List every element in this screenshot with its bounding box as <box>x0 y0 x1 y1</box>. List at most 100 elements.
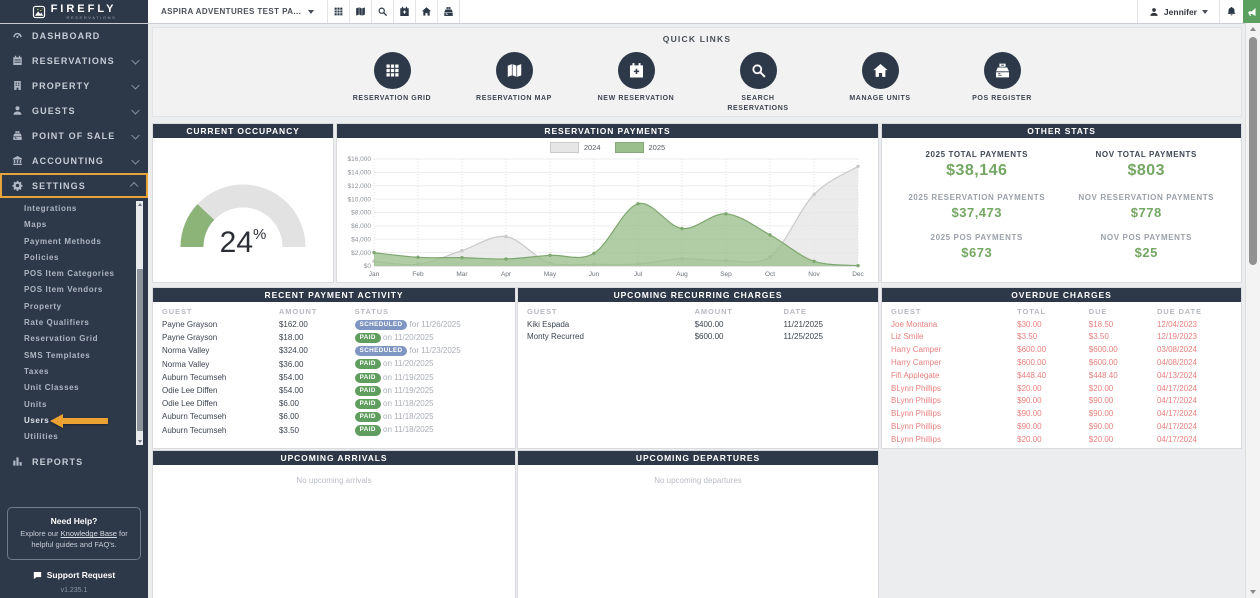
sidebar-item-settings[interactable]: SETTINGS <box>0 173 148 198</box>
submenu-item-users[interactable]: Users <box>0 413 148 429</box>
scrollbar-thumb[interactable] <box>1249 37 1257 265</box>
submenu-item-pos-item-categories[interactable]: POS Item Categories <box>0 266 148 282</box>
stat-value: $25 <box>1062 245 1232 260</box>
quick-links-row: RESERVATION GRID RESERVATION MAP NEW RESER… <box>153 52 1241 114</box>
scroll-up-arrow-icon[interactable] <box>1250 27 1256 31</box>
property-selector[interactable]: ASPIRA ADVENTURES TEST PA... <box>148 0 328 23</box>
support-request-button[interactable]: Support Request <box>0 570 148 580</box>
table-row[interactable]: Joe Montana$30.00$18.5012/04/2023 <box>891 318 1232 331</box>
table-row[interactable]: Norma Valley$324.00SCHEDULED for 11/23/2… <box>162 344 506 357</box>
reservation-grid-button[interactable] <box>328 0 350 23</box>
search-button[interactable] <box>372 0 394 23</box>
quick-link-new-reservation[interactable]: NEW RESERVATION <box>592 52 680 114</box>
stats-grid: 2025 TOTAL PAYMENTS$38,146NOV TOTAL PAYM… <box>882 138 1241 260</box>
cell-amount: $600.00 <box>695 331 784 344</box>
quick-link-manage-units[interactable]: MANAGE UNITS <box>836 52 924 114</box>
reservation-map-button[interactable] <box>350 0 372 23</box>
submenu-item-units[interactable]: Units <box>0 397 148 413</box>
status-date: on 11/20/2025 <box>383 333 434 342</box>
table-row[interactable]: Payne Grayson$162.00SCHEDULED for 11/26/… <box>162 318 506 331</box>
table-row[interactable]: Monty Recurred$600.0011/25/2025 <box>527 331 869 344</box>
firefly-logo-icon <box>32 5 46 19</box>
quick-link-reservation-grid[interactable]: RESERVATION GRID <box>348 52 436 114</box>
sidebar-item-point-of-sale[interactable]: POINT OF SALE <box>0 123 148 148</box>
cell-guest: Liz Smile <box>891 331 1017 344</box>
submenu-item-taxes[interactable]: Taxes <box>0 364 148 380</box>
table-row[interactable]: Harry Camper$600.00$600.0003/08/2024 <box>891 344 1232 357</box>
svg-text:May: May <box>544 271 557 278</box>
quick-link-pos-register[interactable]: POS REGISTER <box>958 52 1046 114</box>
quick-link-search-reservations[interactable]: SEARCH RESERVATIONS <box>714 52 802 114</box>
cell-due: $3.50 <box>1089 331 1157 344</box>
page-scrollbar[interactable] <box>1245 23 1260 598</box>
sidebar-item-reservations[interactable]: RESERVATIONS <box>0 48 148 73</box>
submenu-item-utilities[interactable]: Utilities <box>0 429 148 445</box>
quick-links-panel: QUICK LINKS RESERVATION GRIDRESERVATION … <box>152 27 1242 117</box>
manage-units-button[interactable] <box>416 0 438 23</box>
cell-guest: BLynn Phillips <box>891 420 1017 433</box>
table-row[interactable]: BLynn Phillips$90.00$90.0004/17/2024 <box>891 407 1232 420</box>
table-row[interactable]: BLynn Phillips$20.00$20.0004/17/2024 <box>891 433 1232 446</box>
submenu-item-reservation-grid[interactable]: Reservation Grid <box>0 331 148 347</box>
scroll-down-arrow-icon[interactable] <box>138 440 142 443</box>
status-badge: SCHEDULED <box>355 346 408 356</box>
table-row[interactable]: BLynn Phillips$90.00$90.0004/17/2024 <box>891 395 1232 408</box>
departures-empty-note: No upcoming departures <box>518 465 878 485</box>
new-reservation-button[interactable] <box>394 0 416 23</box>
announcements-button[interactable] <box>1243 0 1260 23</box>
submenu-scrollbar[interactable] <box>136 201 143 445</box>
table-row[interactable]: Odie Lee Diffen$6.00PAID on 11/18/2025 <box>162 397 506 410</box>
svg-text:$0: $0 <box>364 263 372 270</box>
chat-bubble-icon <box>33 571 42 580</box>
table-row[interactable]: Harry Camper$600.00$600.0004/08/2024 <box>891 356 1232 369</box>
table-row[interactable]: BLynn Phillips$20.00$20.0004/17/2024 <box>891 382 1232 395</box>
sidebar-item-reports[interactable]: REPORTS <box>0 449 148 474</box>
quick-link-reservation-map[interactable]: RESERVATION MAP <box>470 52 558 114</box>
status-date: on 11/18/2025 <box>383 425 434 434</box>
knowledge-base-link[interactable]: Knowledge Base <box>61 529 117 538</box>
submenu-item-policies[interactable]: Policies <box>0 250 148 266</box>
table-row[interactable]: Fifi Applegate$448.40$448.4004/13/2024 <box>891 369 1232 382</box>
table-row[interactable]: BLynn Phillips$20.00$20.0004/17/2024 <box>891 446 1232 449</box>
user-name: Jennifer <box>1164 7 1197 17</box>
table-row[interactable]: Auburn Tecumseh$6.00PAID on 11/18/2025 <box>162 411 506 424</box>
submenu-item-maps[interactable]: Maps <box>0 217 148 233</box>
table-row[interactable]: Auburn Tecumseh$54.00PAID on 11/19/2025 <box>162 371 506 384</box>
stat-label: NOV TOTAL PAYMENTS <box>1062 150 1232 159</box>
submenu-item-property[interactable]: Property <box>0 299 148 315</box>
user-menu[interactable]: Jennifer <box>1137 0 1219 23</box>
submenu-item-pos-item-vendors[interactable]: POS Item Vendors <box>0 282 148 298</box>
sidebar-item-guests[interactable]: GUESTS <box>0 98 148 123</box>
overdue-charges-panel: OVERDUE CHARGES GUESTTOTALDUEDUE DATEJoe… <box>881 287 1242 449</box>
submenu-item-integrations[interactable]: Integrations <box>0 201 148 217</box>
notifications-button[interactable] <box>1219 0 1243 23</box>
scrollbar-thumb[interactable] <box>137 269 143 430</box>
sidebar-item-dashboard[interactable]: DASHBOARD <box>0 23 148 48</box>
column-header: AMOUNT <box>279 302 355 318</box>
panel-title: UPCOMING DEPARTURES <box>518 451 878 465</box>
scroll-up-arrow-icon[interactable] <box>138 203 142 206</box>
sidebar-item-property[interactable]: PROPERTY <box>0 73 148 98</box>
sidebar: DASHBOARDRESERVATIONSPROPERTYGUESTSPOINT… <box>0 23 148 598</box>
cell-total: $20.00 <box>1017 446 1089 449</box>
table-row[interactable]: Liz Smile$3.50$3.5012/19/2023 <box>891 331 1232 344</box>
table-row[interactable]: Norma Valley$36.00PAID on 11/20/2025 <box>162 358 506 371</box>
table-row[interactable]: BLynn Phillips$90.00$90.0004/17/2024 <box>891 420 1232 433</box>
submenu-item-sms-templates[interactable]: SMS Templates <box>0 348 148 364</box>
submenu-item-rate-qualifiers[interactable]: Rate Qualifiers <box>0 315 148 331</box>
table-row[interactable]: Odie Lee Diffen$54.00PAID on 11/19/2025 <box>162 384 506 397</box>
scroll-down-arrow-icon[interactable] <box>1250 590 1256 594</box>
map-icon <box>506 62 523 79</box>
submenu-item-payment-methods[interactable]: Payment Methods <box>0 234 148 250</box>
cell-total: $20.00 <box>1017 433 1089 446</box>
table-row[interactable]: Payne Grayson$18.00PAID on 11/20/2025 <box>162 331 506 344</box>
submenu-item-unit-classes[interactable]: Unit Classes <box>0 380 148 396</box>
search-icon <box>377 6 388 17</box>
cell-amount: $36.00 <box>279 358 355 371</box>
table-row[interactable]: Kiki Espada$400.0011/21/2025 <box>527 318 869 331</box>
table-row[interactable]: Auburn Tecumseh$3.50PAID on 11/18/2025 <box>162 424 506 437</box>
logo[interactable]: FIREFLY RESERVATIONS <box>0 0 148 23</box>
pos-register-button[interactable] <box>438 0 460 23</box>
sidebar-item-accounting[interactable]: ACCOUNTING <box>0 148 148 173</box>
legend-swatch <box>615 142 644 153</box>
